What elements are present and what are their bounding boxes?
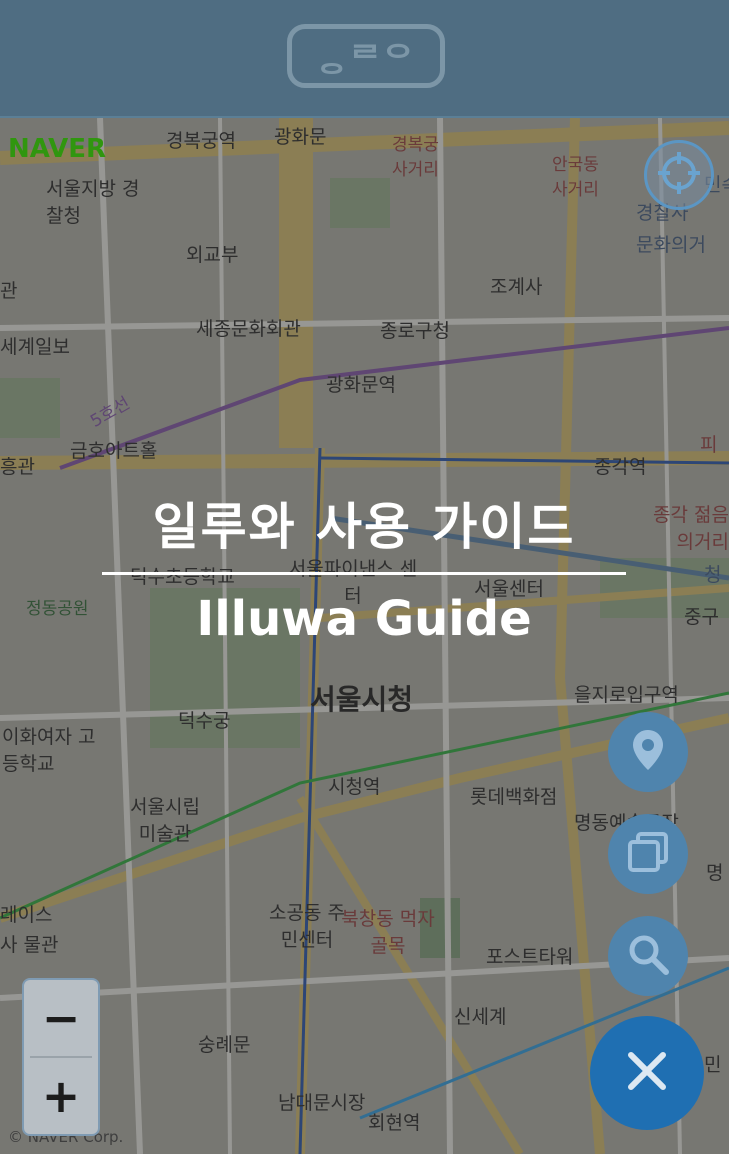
layers-icon [626,830,670,878]
zoom-out-button[interactable]: − [24,980,98,1056]
map-pin-icon [631,728,665,776]
guide-title: 일루와 사용 가이드 Illuwa Guide [100,488,628,647]
title-divider [102,572,626,575]
search-icon [626,932,670,980]
guide-title-english: Illuwa Guide [196,591,532,647]
marker-button[interactable] [608,712,688,792]
guide-title-korean: 일루와 사용 가이드 [152,498,576,556]
zoom-controls: − + [22,978,100,1136]
close-icon [625,1049,669,1097]
app-logo: ᆼᄅᄋ [287,24,445,88]
locate-button[interactable] [644,140,714,210]
crosshair-icon [656,150,702,200]
app-logo-text: ᆼᄅᄋ [316,39,416,80]
layers-button[interactable] [608,814,688,894]
close-button[interactable] [590,1016,704,1130]
zoom-in-button[interactable]: + [24,1058,98,1134]
app-header: ᆼᄅᄋ [0,0,729,118]
search-button[interactable] [608,916,688,996]
